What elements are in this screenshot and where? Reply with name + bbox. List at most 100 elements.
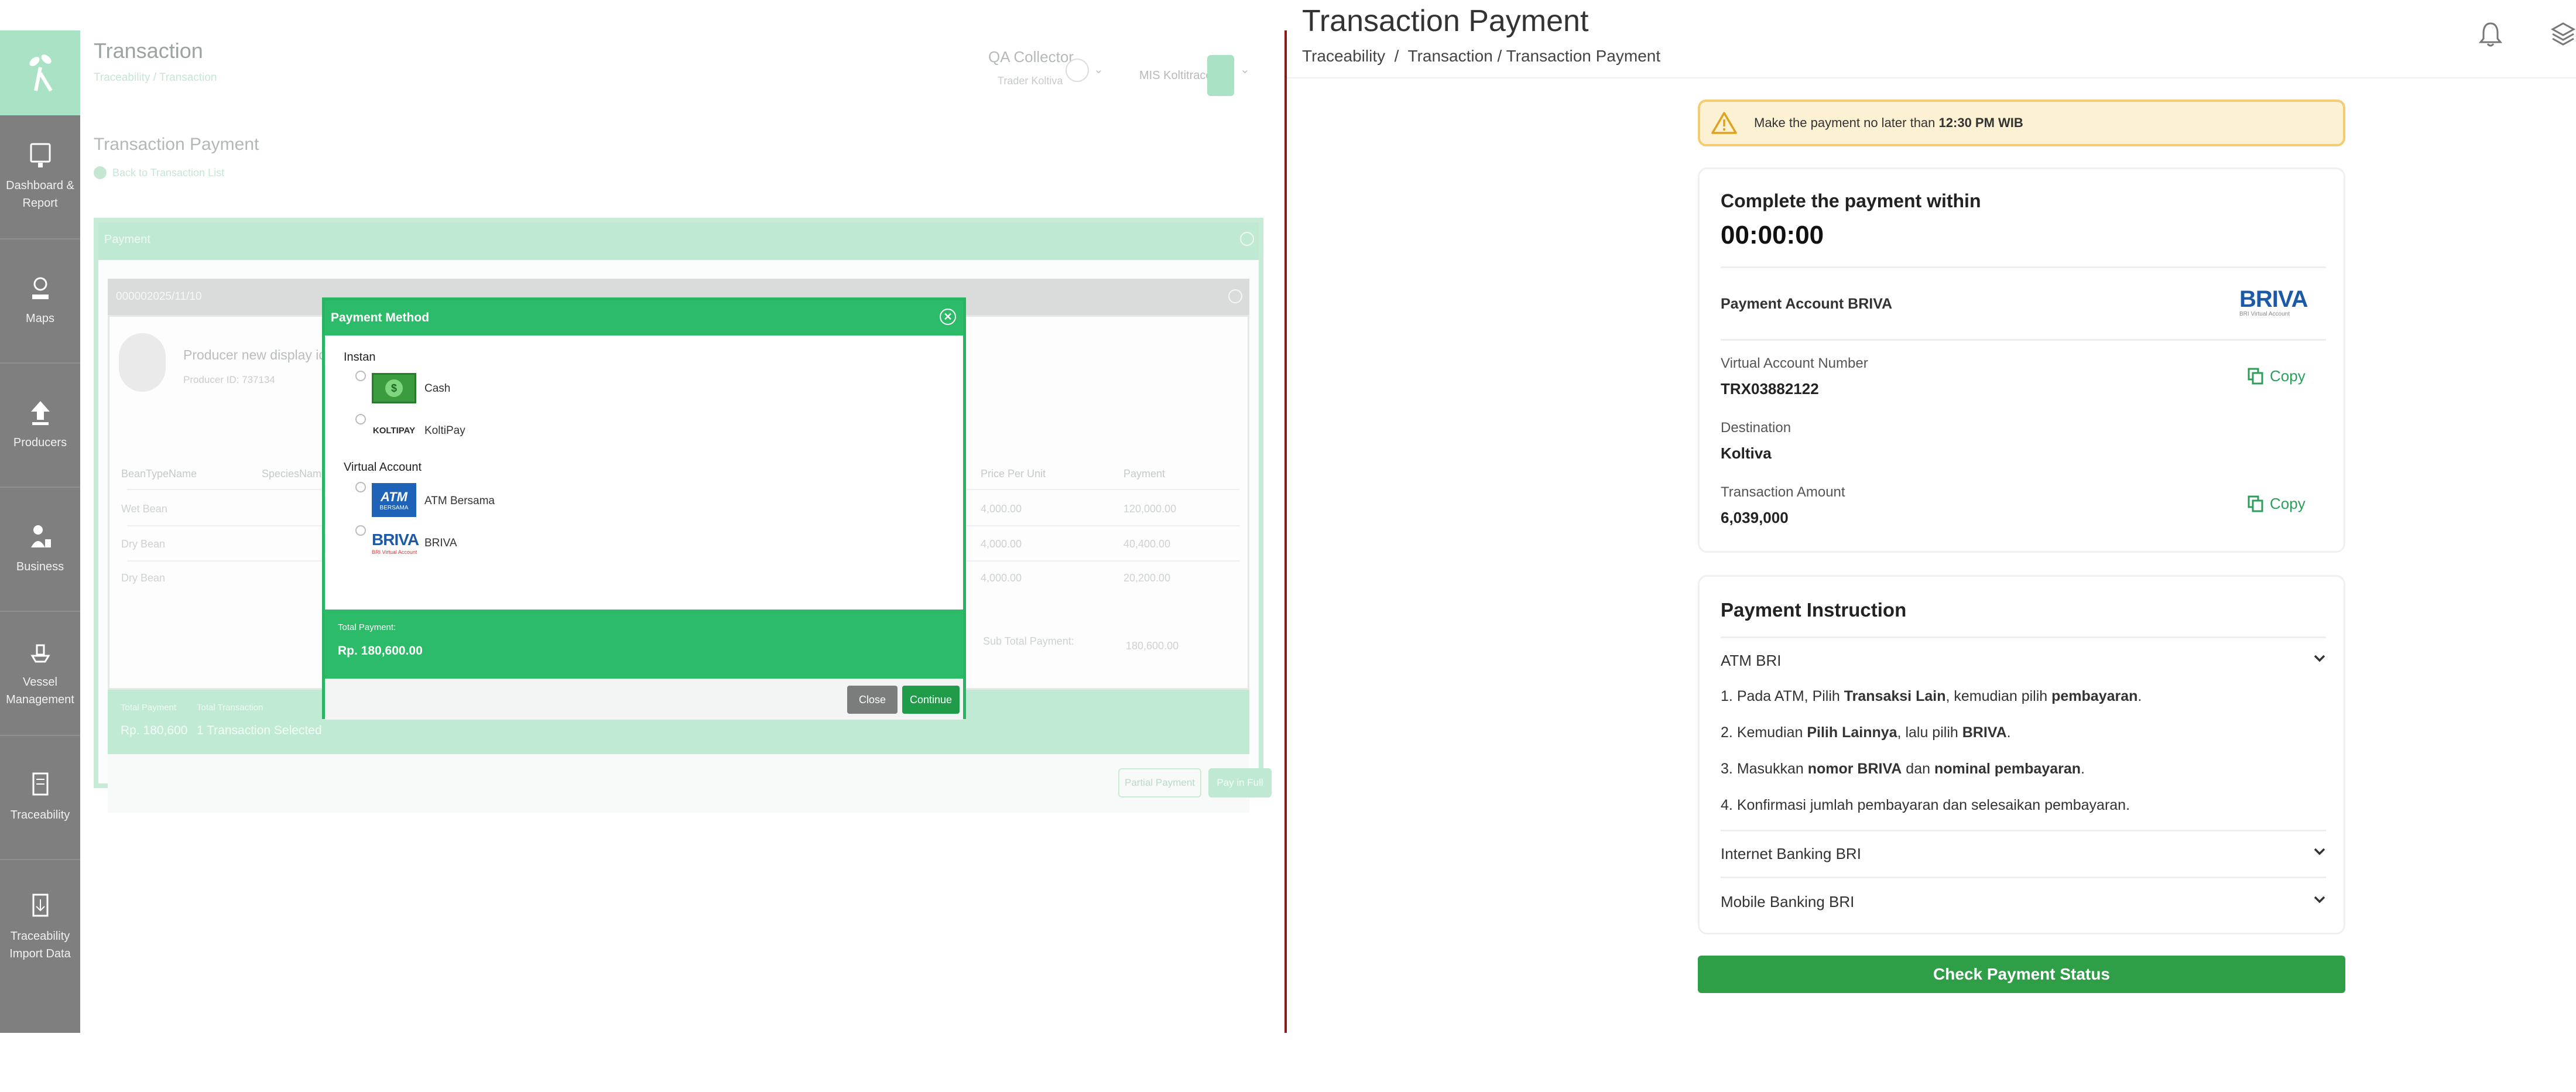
business-icon <box>30 525 51 547</box>
user-org: Trader Koltiva <box>998 75 1063 87</box>
sidebar-item-dashboard[interactable]: Dashboard & Report <box>0 115 80 239</box>
accordion-internet-banking[interactable]: Internet Banking BRI <box>1721 845 2326 863</box>
chevron-down-icon <box>2314 896 2325 903</box>
radio-koltipay[interactable] <box>355 414 366 425</box>
koltipay-logo: KOLTIPAY <box>372 420 416 441</box>
collapse-icon[interactable] <box>1228 289 1242 303</box>
atm-bersama-logo: ATM BERSAMA <box>372 483 416 517</box>
modal-actions: Close Continue <box>325 679 963 720</box>
alert-text: Make the payment no later than <box>1754 115 1936 130</box>
table-cell-bean: Dry Bean <box>121 538 166 550</box>
option-label-atm-bersama[interactable]: ATM Bersama <box>424 495 495 508</box>
accordion-atm-bri[interactable]: ATM BRI <box>1721 652 2326 670</box>
back-link-label: Back to Transaction List <box>112 166 225 179</box>
partial-payment-button[interactable]: Partial Payment <box>1118 768 1201 797</box>
divider <box>1721 877 2326 878</box>
page-title: Transaction Payment <box>1302 4 1589 38</box>
user-avatar[interactable] <box>1066 59 1089 82</box>
copy-icon <box>2248 368 2263 384</box>
page-header-title: Transaction <box>94 39 203 63</box>
modal-total: Total Payment: Rp. 180,600.00 <box>325 610 963 679</box>
sidebar-item-traceability-import[interactable]: Traceability Import Data <box>0 860 80 995</box>
sidebar-item-vessel[interactable]: Vessel Management <box>0 612 80 736</box>
option-label-briva[interactable]: BRIVA <box>424 537 457 550</box>
account-logo[interactable] <box>1207 55 1234 96</box>
sidebar-item-business[interactable]: Business <box>0 488 80 612</box>
copy-va-button[interactable]: Copy <box>2248 367 2306 385</box>
chevron-down-icon[interactable]: ⌄ <box>1094 62 1104 77</box>
close-icon[interactable]: ✕ <box>940 309 956 325</box>
pay-in-full-button[interactable]: Pay in Full <box>1208 768 1272 797</box>
accordion-mobile-banking[interactable]: Mobile Banking BRI <box>1721 893 2326 911</box>
option-label-cash[interactable]: Cash <box>424 382 450 395</box>
back-arrow-icon <box>94 166 107 179</box>
table-cell-price: 4,000.00 <box>981 538 1022 550</box>
accordion-title: ATM BRI <box>1721 652 1782 669</box>
total-transaction-label: Total Transaction <box>197 703 263 713</box>
table-cell-payment: 40,400.00 <box>1123 538 1171 550</box>
option-label-koltipay[interactable]: KoltiPay <box>424 425 465 437</box>
page-title: Transaction Payment <box>94 135 259 154</box>
countdown-heading: Complete the payment within <box>1721 190 1981 211</box>
sidebar: Dashboard & Report Maps Producers Busine… <box>0 30 80 1033</box>
chevron-down-icon <box>2314 655 2325 662</box>
instruction-heading: Payment Instruction <box>1721 599 1907 621</box>
monitor-icon <box>30 143 50 167</box>
check-payment-status-button[interactable]: Check Payment Status <box>1698 956 2345 993</box>
sidebar-item-label: Traceability <box>10 809 70 821</box>
total-payment-label: Total Payment <box>121 703 177 713</box>
total-transaction-value: 1 Transaction Selected <box>197 724 322 737</box>
panel-actions: Partial Payment Pay in Full <box>108 754 1272 813</box>
chevron-down-icon[interactable]: ⌄ <box>1240 62 1250 77</box>
subtotal-value: 180,600.00 <box>1126 640 1179 652</box>
left-app-screen: Dashboard & Report Maps Producers Busine… <box>0 0 1286 1092</box>
modal-title: Payment Method <box>331 311 430 324</box>
instruction-step: 3. Masukkan nomor BRIVA dan nominal pemb… <box>1721 761 2085 777</box>
bell-icon[interactable] <box>2478 20 2503 51</box>
sidebar-item-maps[interactable]: Maps <box>0 239 80 364</box>
divider <box>1721 830 2326 831</box>
document-icon <box>32 772 48 796</box>
destination-value: Koltiva <box>1721 444 1772 462</box>
alert-time: 12:30 PM WIB <box>1938 115 2023 130</box>
radio-cash[interactable] <box>355 371 366 381</box>
radio-atm-bersama[interactable] <box>355 482 366 492</box>
account-name[interactable]: MIS Koltitrace <box>1139 69 1212 83</box>
upload-icon <box>30 401 50 425</box>
close-button[interactable]: Close <box>847 686 898 714</box>
payment-deadline-alert: Make the payment no later than 12:30 PM … <box>1698 100 2345 146</box>
copy-amount-button[interactable]: Copy <box>2248 495 2306 513</box>
sidebar-item-label: Business <box>16 560 64 573</box>
layers-icon[interactable] <box>2550 20 2576 51</box>
modal-total-value: Rp. 180,600.00 <box>338 644 423 658</box>
divider <box>1721 339 2326 341</box>
producer-id: Producer ID: 737134 <box>183 374 275 385</box>
sidebar-item-label: Vessel Management <box>6 676 74 706</box>
breadcrumb: Traceability / Transaction <box>94 71 217 84</box>
cash-logo: $ <box>372 373 416 403</box>
va-number-label: Virtual Account Number <box>1721 355 1868 371</box>
subtotal-label: Sub Total Payment: <box>983 635 1074 647</box>
table-header-species: SpeciesName <box>262 468 328 480</box>
briva-logo: BRIVA BRI Virtual Account <box>2239 286 2308 317</box>
table-cell-bean: Dry Bean <box>121 572 166 584</box>
table-header-payment: Payment <box>1123 468 1166 480</box>
briva-logo: BRIVA BRI Virtual Account <box>372 530 419 555</box>
sidebar-item-traceability[interactable]: Traceability <box>0 736 80 860</box>
back-link[interactable]: Back to Transaction List <box>94 166 224 179</box>
collapse-icon[interactable] <box>1240 232 1254 246</box>
ship-icon <box>30 644 50 663</box>
map-pin-icon <box>32 277 49 299</box>
radio-briva[interactable] <box>355 525 366 536</box>
instruction-step: 1. Pada ATM, Pilih Transaksi Lain, kemud… <box>1721 688 2142 704</box>
instruction-step: 4. Konfirmasi jumlah pembayaran dan sele… <box>1721 797 2130 813</box>
warning-icon <box>1711 112 1737 134</box>
payment-instruction-card: Payment Instruction ATM BRI 1. Pada ATM,… <box>1698 575 2345 934</box>
order-id: 000002025/11/10 <box>116 290 202 303</box>
screen-divider <box>1284 30 1287 1033</box>
accordion-title: Internet Banking BRI <box>1721 845 1861 862</box>
sidebar-item-producers[interactable]: Producers <box>0 364 80 488</box>
payment-account-label: Payment Account BRIVA <box>1721 296 1893 312</box>
koltiva-logo[interactable] <box>0 30 80 115</box>
continue-button[interactable]: Continue <box>902 686 960 714</box>
